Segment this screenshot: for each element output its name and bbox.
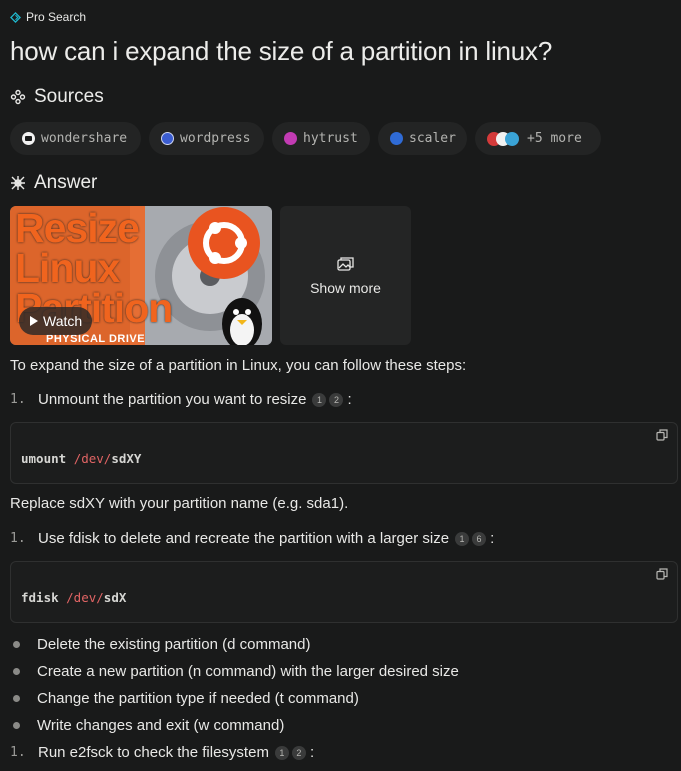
source-chip-wondershare[interactable]: wondershare: [10, 122, 141, 155]
step-text: Unmount the partition you want to resize: [38, 391, 307, 408]
video-thumbnail[interactable]: Resize Linux Partition PHYSICAL DRIVE Wa…: [10, 206, 272, 345]
code-path: /dev/: [66, 590, 104, 605]
step-1: 1. Unmount the partition you want to res…: [10, 391, 352, 408]
sources-title: Sources: [34, 86, 104, 107]
step-text: Run e2fsck to check the filesystem: [38, 744, 269, 761]
step-number: 1.: [10, 531, 26, 546]
step-2: 1. Use fdisk to delete and recreate the …: [10, 530, 494, 547]
copy-icon[interactable]: [656, 429, 668, 441]
step-suffix: :: [309, 744, 315, 761]
citation-badge[interactable]: 6: [472, 531, 487, 546]
source-chip-scaler[interactable]: scaler: [378, 122, 467, 155]
citation-badge[interactable]: 2: [291, 745, 306, 760]
code-block-fdisk: fdisk /dev/sdX: [10, 561, 678, 623]
answer-media: Resize Linux Partition PHYSICAL DRIVE Wa…: [10, 206, 411, 345]
code-command: umount: [21, 451, 74, 466]
bullet-dot: [13, 668, 20, 675]
answer-heading: Answer: [10, 172, 97, 194]
code-line: fdisk /dev/sdX: [21, 590, 126, 605]
thumbnail-line-2: Linux: [15, 245, 120, 291]
wordpress-favicon: [161, 132, 174, 145]
code-line: umount /dev/sdXY: [21, 451, 141, 466]
thumbnail-line-1: Resize: [15, 206, 140, 251]
source-chip-hytrust[interactable]: hytrust: [272, 122, 370, 155]
bullet-text: Delete the existing partition (d command…: [37, 636, 311, 653]
source-label: hytrust: [303, 131, 358, 146]
bullet-item: Change the partition type if needed (t c…: [10, 690, 359, 707]
bullet-text: Write changes and exit (w command): [37, 717, 285, 734]
answer-icon: [11, 176, 25, 190]
code-device: sdX: [103, 590, 127, 605]
step-suffix: :: [347, 391, 352, 408]
step-number: 1.: [10, 745, 26, 760]
watch-button[interactable]: Watch: [19, 307, 93, 335]
source-label: scaler: [409, 131, 456, 146]
pro-search-icon: [10, 11, 21, 23]
source-label: wordpress: [180, 131, 251, 146]
scaler-favicon: [390, 132, 403, 145]
wondershare-favicon: [22, 132, 35, 145]
copy-icon[interactable]: [656, 568, 668, 580]
step-3: 1. Run e2fsck to check the filesystem 1 …: [10, 744, 314, 761]
step-suffix: :: [490, 530, 495, 547]
bullet-dot: [13, 722, 20, 729]
watch-label: Watch: [43, 313, 83, 329]
images-icon: [336, 256, 354, 271]
bullet-item: Write changes and exit (w command): [10, 717, 284, 734]
bullet-item: Create a new partition (n command) with …: [10, 663, 459, 680]
source-chip-more[interactable]: +5 more: [475, 122, 601, 155]
code-command: fdisk: [21, 590, 67, 605]
sources-heading: Sources: [10, 86, 104, 108]
show-more-images-button[interactable]: Show more: [280, 206, 411, 345]
bullet-text: Create a new partition (n command) with …: [37, 663, 459, 680]
query-title: how can i expand the size of a partition…: [10, 36, 553, 66]
hytrust-favicon: [284, 132, 297, 145]
pro-search-badge: Pro Search: [10, 10, 86, 24]
citation-badge[interactable]: 2: [329, 392, 344, 407]
code-device: sdXY: [111, 451, 142, 466]
source-label: wondershare: [41, 131, 128, 146]
citation-badge[interactable]: 1: [274, 745, 289, 760]
more-sources-label: +5 more: [527, 131, 582, 146]
bullet-text: Change the partition type if needed (t c…: [37, 690, 359, 707]
sources-list: wondershare wordpress hytrust scaler +5 …: [10, 122, 601, 155]
step-text: Use fdisk to delete and recreate the par…: [38, 530, 450, 547]
stacked-favicons-icon: [487, 131, 519, 146]
step-number: 1.: [10, 392, 26, 407]
answer-intro: To expand the size of a partition in Lin…: [10, 357, 467, 374]
answer-title: Answer: [34, 172, 98, 193]
show-more-label: Show more: [310, 279, 381, 296]
source-chip-wordpress[interactable]: wordpress: [149, 122, 264, 155]
bullet-dot: [13, 641, 20, 648]
citation-badge[interactable]: 1: [312, 392, 327, 407]
bullet-item: Delete the existing partition (d command…: [10, 636, 310, 653]
pro-search-label: Pro Search: [26, 10, 87, 24]
bullet-dot: [13, 695, 20, 702]
sources-icon: [10, 89, 26, 105]
replace-note: Replace sdXY with your partition name (e…: [10, 495, 349, 512]
citation-badge[interactable]: 1: [455, 531, 470, 546]
play-icon: [30, 316, 38, 326]
code-block-umount: umount /dev/sdXY: [10, 422, 678, 484]
code-path: /dev/: [73, 451, 112, 466]
